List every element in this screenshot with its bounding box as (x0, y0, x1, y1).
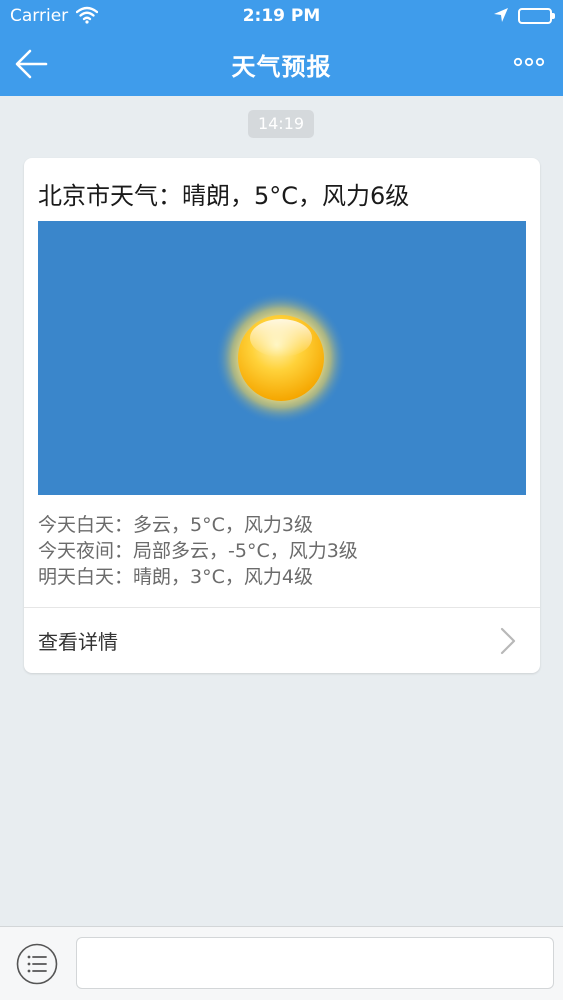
sun-icon (215, 292, 347, 424)
navigation-bar: 天气预报 (0, 32, 563, 96)
bottom-input-bar (0, 926, 563, 1000)
forecast-list: 今天白天：多云，5°C，风力3级 今天夜间：局部多云，-5°C，风力3级 明天白… (38, 512, 528, 590)
weather-card-title: 北京市天气：晴朗，5°C，风力6级 (38, 182, 410, 210)
weather-image (38, 221, 526, 495)
chevron-right-icon (498, 626, 518, 656)
battery-icon (518, 8, 555, 24)
forecast-tonight: 今天夜间：局部多云，-5°C，风力3级 (38, 540, 358, 562)
forecast-tomorrow-day: 明天白天：晴朗，3°C，风力4级 (38, 566, 313, 588)
message-timestamp: 14:19 (248, 110, 314, 138)
message-input[interactable] (76, 937, 554, 989)
forecast-today-day: 今天白天：多云，5°C，风力3级 (38, 514, 313, 536)
weather-card[interactable]: 北京市天气：晴朗，5°C，风力6级 今天白天：多云，5°C，风力3级 今天夜间：… (24, 158, 540, 673)
more-dots-icon[interactable] (508, 46, 548, 78)
view-details-label: 查看详情 (38, 630, 118, 654)
status-bar: Carrier 2:19 PM (0, 0, 563, 32)
list-menu-icon[interactable] (16, 943, 58, 985)
status-time: 2:19 PM (242, 6, 321, 26)
location-arrow-icon (493, 7, 509, 28)
app-header: Carrier 2:19 PM 天气预报 (0, 0, 563, 96)
page-title: 天气预报 (231, 53, 332, 81)
view-details-link[interactable]: 查看详情 (24, 608, 540, 673)
